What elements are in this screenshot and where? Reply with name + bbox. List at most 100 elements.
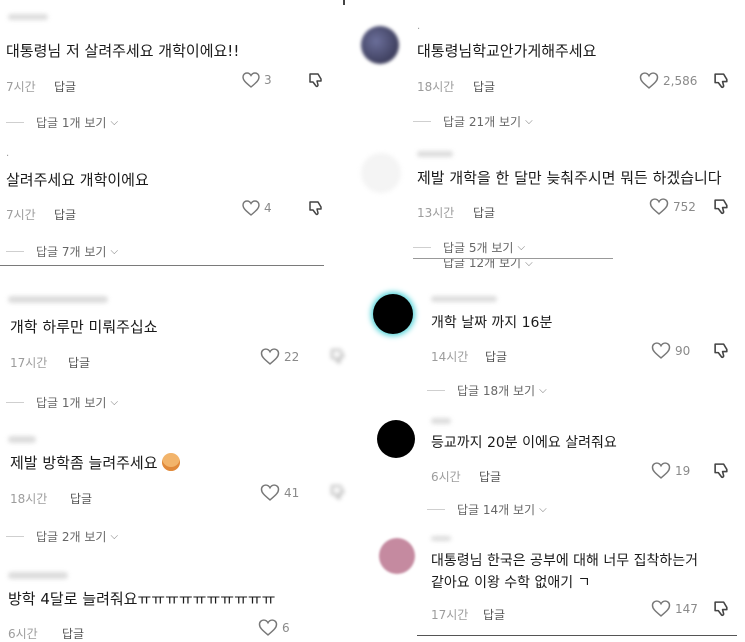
reply-button[interactable]: 답글 <box>485 348 507 365</box>
reply-button[interactable]: 답글 <box>54 78 76 95</box>
chevron-down-icon: ⌵ <box>539 504 547 515</box>
username-blurred <box>417 151 453 157</box>
comment-text-line2: 같아요 이왕 수학 없애기 ㄱ <box>431 575 591 591</box>
view-replies-label: 답글 1개 보기 <box>36 396 107 410</box>
heart-icon <box>651 342 671 359</box>
comment-text: 살려주세요 개학이에요 <box>6 171 149 189</box>
view-replies-link[interactable]: 답글 21개 보기 ⌵ <box>413 113 533 130</box>
reply-button[interactable]: 답글 <box>483 606 505 623</box>
reply-button[interactable]: 답글 <box>70 490 92 507</box>
avatar[interactable] <box>361 26 399 64</box>
dislike-icon[interactable] <box>330 348 346 364</box>
comment-time: 14시간 <box>431 350 469 364</box>
heart-icon <box>242 200 260 216</box>
top-divider-mark <box>343 0 345 5</box>
view-replies-link[interactable]: 답글 5개 보기 ⌵ <box>413 239 525 256</box>
chevron-down-icon: ⌵ <box>110 531 119 542</box>
comment-item: 제발 개학을 한 달만 늦춰주시면 뭐든 하겠습니다 13시간 답글 752 답… <box>355 145 745 280</box>
view-replies-link[interactable]: 답글 7개 보기 ⌵ <box>6 243 118 260</box>
like-button[interactable]: 19 <box>651 462 690 479</box>
avatar[interactable] <box>377 420 415 458</box>
like-button[interactable]: 3 <box>242 72 272 88</box>
chevron-down-icon: ⌵ <box>110 397 119 408</box>
comment-time: 6시간 <box>431 470 461 484</box>
view-replies-link[interactable]: 답글 1개 보기 ⌵ <box>6 394 118 411</box>
comment-item: 대통령님 저 살려주세요 개학이에요!! 7시간 답글 3 답글 1개 보기 ⌵ <box>0 0 330 130</box>
comment-item: 방학 4달로 늘려줘요ㅠㅠㅠㅠㅠㅠㅠㅠㅠㅠ 6시간 답글 6 <box>0 568 360 642</box>
dislike-icon[interactable] <box>308 72 324 88</box>
comment-item: · 대통령님학교안가게해주세요 18시간 답글 2,586 답글 21개 보기 ⌵ <box>355 0 745 140</box>
comment-time: 18시간 <box>10 492 48 506</box>
comment-time: 7시간 <box>6 208 36 222</box>
comment-item: · 살려주세요 개학이에요 7시간 답글 4 답글 7개 보기 ⌵ <box>0 145 330 265</box>
reply-button[interactable]: 답글 <box>479 468 501 485</box>
like-button[interactable]: 6 <box>258 619 290 636</box>
comment-text: 대통령님 한국은 공부에 대해 너무 집착하는거 <box>431 553 698 569</box>
pleading-face-emoji-icon <box>161 453 180 471</box>
comment-text: 개학 하루만 미뤄주십쇼 <box>10 318 158 336</box>
comment-time: 7시간 <box>6 80 36 94</box>
comment-text: 제발 방학좀 늘려주세요 <box>10 452 180 474</box>
reply-button[interactable]: 답글 <box>62 625 84 642</box>
view-replies-link[interactable]: 답글 14개 보기 ⌵ <box>427 501 547 518</box>
like-count: 2,586 <box>663 73 698 88</box>
like-button[interactable]: 41 <box>260 484 299 501</box>
username-blurred <box>431 418 451 424</box>
comment-text: 대통령님학교안가게해주세요 <box>417 42 597 60</box>
comment-item: 개학 하루만 미뤄주십쇼 17시간 답글 22 답글 1개 보기 ⌵ <box>0 290 360 420</box>
heart-icon <box>242 72 260 88</box>
like-button[interactable]: 2,586 <box>639 72 697 89</box>
comment-time: 17시간 <box>10 356 48 370</box>
chevron-down-icon: ⌵ <box>517 242 526 253</box>
dislike-icon[interactable] <box>713 198 730 215</box>
view-replies-label: 답글 5개 보기 <box>443 241 514 255</box>
view-replies-label: 답글 14개 보기 <box>457 503 536 517</box>
avatar[interactable] <box>379 538 415 574</box>
comment-time: 17시간 <box>431 608 469 622</box>
heart-icon <box>649 198 669 215</box>
heart-icon <box>260 348 280 365</box>
dislike-icon[interactable] <box>308 200 324 216</box>
screenshot-divider <box>0 265 324 266</box>
view-replies-label: 답글 7개 보기 <box>36 245 107 259</box>
avatar[interactable] <box>373 294 413 334</box>
like-button[interactable]: 22 <box>260 348 299 365</box>
like-button[interactable]: 90 <box>651 342 690 359</box>
like-button[interactable]: 752 <box>649 198 696 215</box>
chevron-down-icon: ⌵ <box>110 246 119 257</box>
like-count: 4 <box>264 201 272 215</box>
view-replies-link[interactable]: 답글 1개 보기 ⌵ <box>6 114 118 131</box>
dislike-icon[interactable] <box>713 72 730 89</box>
comment-text: 등교까지 20분 이에요 살려줘요 <box>431 435 617 451</box>
comment-item: 대통령님 한국은 공부에 대해 너무 집착하는거 같아요 이왕 수학 없애기 ㄱ… <box>355 530 745 639</box>
reply-button[interactable]: 답글 <box>68 354 90 371</box>
comment-time: 13시간 <box>417 206 455 220</box>
comment-time: 18시간 <box>417 80 455 94</box>
dislike-icon[interactable] <box>330 484 346 500</box>
reply-button[interactable]: 답글 <box>54 206 76 223</box>
avatar[interactable] <box>361 153 401 193</box>
reply-button[interactable]: 답글 <box>473 204 495 221</box>
view-replies-link[interactable]: 답글 2개 보기 ⌵ <box>6 528 118 545</box>
comment-text-content: 제발 방학좀 늘려주세요 <box>10 454 158 472</box>
like-button[interactable]: 147 <box>651 600 698 617</box>
dislike-icon[interactable] <box>713 600 730 617</box>
heart-icon <box>258 619 278 636</box>
heart-icon <box>260 484 280 501</box>
comment-text: 개학 날짜 까지 16분 <box>431 315 553 331</box>
heart-icon <box>651 462 671 479</box>
username-blurred <box>431 536 451 541</box>
chevron-down-icon: ⌵ <box>525 116 533 127</box>
dislike-icon[interactable] <box>713 342 730 359</box>
comment-item: 등교까지 20분 이에요 살려줘요 6시간 답글 19 답글 14개 보기 ⌵ <box>355 412 745 522</box>
like-button[interactable]: 4 <box>242 200 272 216</box>
view-replies-link[interactable]: 답글 18개 보기 ⌵ <box>427 382 547 399</box>
username-blurred <box>8 14 48 20</box>
view-replies-link-cropped[interactable]: 답글 12개 보기 ⌵ <box>413 259 533 269</box>
heart-icon <box>651 600 671 617</box>
view-replies-label: 답글 12개 보기 <box>443 259 522 269</box>
dislike-icon[interactable] <box>713 462 730 479</box>
view-replies-label: 답글 1개 보기 <box>36 116 107 130</box>
reply-button[interactable]: 답글 <box>473 78 495 95</box>
view-replies-label: 답글 18개 보기 <box>457 384 536 398</box>
